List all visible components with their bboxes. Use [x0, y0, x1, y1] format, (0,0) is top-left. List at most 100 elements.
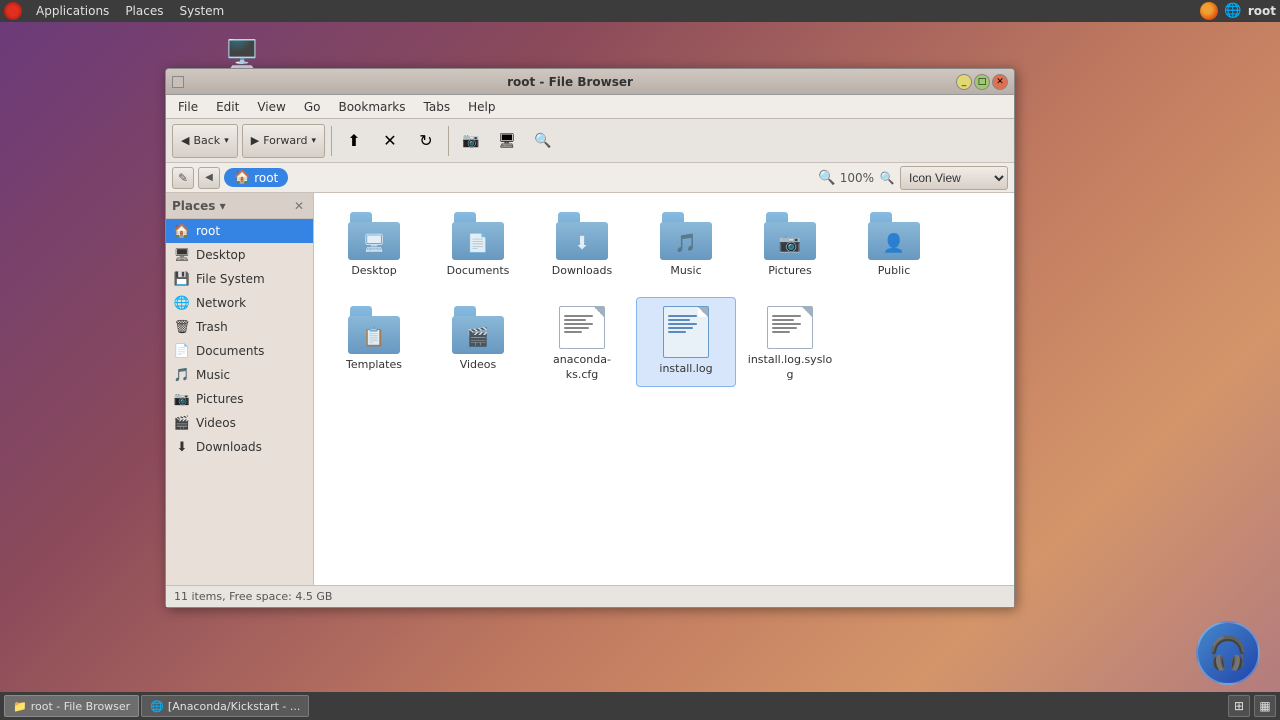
file-item-templates[interactable]: 📋 Templates [324, 297, 424, 387]
taskbar-show-desktop-btn[interactable]: ▦ [1254, 695, 1276, 717]
taskbar-file-browser-label: root - File Browser [31, 700, 131, 713]
taskbar: 📁 root - File Browser 🌐 [Anaconda/Kickst… [0, 692, 1280, 720]
top-menu-places[interactable]: Places [119, 2, 169, 20]
folder-emblem: 📋 [363, 327, 385, 348]
forward-label: Forward [263, 134, 307, 147]
sidebar-downloads-label: Downloads [196, 440, 262, 454]
view-selector[interactable]: Icon View List View Compact View [900, 166, 1008, 190]
sidebar-item-downloads[interactable]: ⬇ Downloads [166, 435, 313, 459]
folder-emblem: 📄 [467, 233, 489, 254]
sidebar-item-pictures[interactable]: 📷 Pictures [166, 387, 313, 411]
documents-folder-icon: 📄 [452, 212, 504, 260]
zoom-level-label: 100% [840, 171, 874, 185]
sidebar-videos-icon: 🎬 [174, 415, 190, 431]
folder-emblem: 🖥 [363, 233, 386, 254]
toolbar-sep-2 [448, 126, 449, 156]
top-bar-right: 🌐 root [1200, 2, 1276, 20]
pictures-folder-icon: 📷 [764, 212, 816, 260]
back-dropdown-icon: ▾ [224, 136, 229, 146]
back-button[interactable]: ◀ Back ▾ [172, 124, 238, 158]
forward-button[interactable]: ▶ Forward ▾ [242, 124, 325, 158]
location-toggle-btn[interactable]: ✎ [172, 167, 194, 189]
desktop-folder-icon: 🖥 [348, 212, 400, 260]
computer-button[interactable]: 🖥 [491, 125, 523, 157]
stop-button[interactable]: ✕ [374, 125, 406, 157]
sidebar-item-music[interactable]: 🎵 Music [166, 363, 313, 387]
folder-emblem: 🎬 [467, 327, 489, 348]
file-item-documents[interactable]: 📄 Documents [428, 203, 528, 293]
menu-go[interactable]: Go [296, 98, 329, 116]
file-item-pictures[interactable]: 📷 Pictures [740, 203, 840, 293]
firefox-icon[interactable] [1200, 2, 1218, 20]
file-name-desktop: Desktop [351, 264, 396, 278]
zoom-out-btn[interactable]: 🔍 [818, 169, 836, 187]
window-left-btn[interactable] [172, 76, 184, 88]
taskbar-item-file-browser[interactable]: 📁 root - File Browser [4, 695, 139, 717]
folder-emblem: 📷 [779, 233, 801, 254]
sidebar-item-filesystem[interactable]: 💾 File System [166, 267, 313, 291]
status-bar: 11 items, Free space: 4.5 GB [166, 585, 1014, 607]
file-name-pictures: Pictures [768, 264, 812, 278]
top-menu-applications[interactable]: Applications [30, 2, 115, 20]
sidebar-filesystem-label: File System [196, 272, 265, 286]
sidebar-item-trash[interactable]: 🗑 Trash [166, 315, 313, 339]
window-title: root - File Browser [184, 75, 956, 89]
file-item-music[interactable]: 🎵 Music [636, 203, 736, 293]
sidebar-network-icon: 🌐 [174, 295, 190, 311]
avatar-image: 🎧 [1196, 621, 1260, 685]
top-menu-system[interactable]: System [173, 2, 230, 20]
location-root-pill[interactable]: 🏠 root [224, 168, 288, 187]
toolbar: ◀ Back ▾ ▶ Forward ▾ ⬆ ✕ ↻ 📷 🖥 🔍 [166, 119, 1014, 163]
reload-button[interactable]: ↻ [410, 125, 442, 157]
search-button[interactable]: 🔍 [527, 125, 559, 157]
menu-tabs[interactable]: Tabs [416, 98, 459, 116]
downloads-folder-icon: ⬇ [556, 212, 608, 260]
folder-emblem: 👤 [883, 233, 905, 254]
network-icon[interactable]: 🌐 [1224, 2, 1242, 20]
zoom-in-btn[interactable]: 🔍 [878, 169, 896, 187]
status-text: 11 items, Free space: 4.5 GB [174, 590, 332, 603]
sidebar-documents-label: Documents [196, 344, 264, 358]
file-item-public[interactable]: 👤 Public [844, 203, 944, 293]
menu-edit[interactable]: Edit [208, 98, 247, 116]
menu-file[interactable]: File [170, 98, 206, 116]
sidebar-item-documents[interactable]: 📄 Documents [166, 339, 313, 363]
sidebar-header-label: Places ▾ [172, 199, 226, 213]
top-menu-items: Applications Places System [30, 2, 230, 20]
file-item-install-log-syslog[interactable]: install.log.syslog [740, 297, 840, 387]
taskbar-right: ⊞ ▦ [1228, 695, 1276, 717]
home-button[interactable]: 📷 [455, 125, 487, 157]
sidebar-close-btn[interactable]: ✕ [291, 198, 307, 214]
file-grid: 🖥 Desktop 📄 Documents ⬇ [314, 193, 1014, 585]
file-browser-window: root - File Browser _ □ ✕ File Edit View… [165, 68, 1015, 608]
file-item-anaconda-ks[interactable]: anaconda-ks.cfg [532, 297, 632, 387]
username-label: root [1248, 4, 1276, 18]
sidebar-item-root[interactable]: 🏠 root [166, 219, 313, 243]
folder-emblem: 🎵 [675, 233, 697, 254]
sidebar-item-network[interactable]: 🌐 Network [166, 291, 313, 315]
sidebar-filesystem-icon: 💾 [174, 271, 190, 287]
file-item-downloads[interactable]: ⬇ Downloads [532, 203, 632, 293]
window-maximize-btn[interactable]: □ [974, 74, 990, 90]
window-minimize-btn[interactable]: _ [956, 74, 972, 90]
location-nav-btn[interactable]: ◀ [198, 167, 220, 189]
file-name-music: Music [670, 264, 701, 278]
sidebar-item-videos[interactable]: 🎬 Videos [166, 411, 313, 435]
file-item-install-log[interactable]: install.log [636, 297, 736, 387]
taskbar-file-browser-icon: 📁 [13, 700, 27, 713]
file-item-videos[interactable]: 🎬 Videos [428, 297, 528, 387]
menu-bookmarks[interactable]: Bookmarks [330, 98, 413, 116]
menu-view[interactable]: View [249, 98, 293, 116]
videos-folder-icon: 🎬 [452, 306, 504, 354]
sidebar-item-desktop[interactable]: 🖥 Desktop [166, 243, 313, 267]
file-item-desktop[interactable]: 🖥 Desktop [324, 203, 424, 293]
taskbar-item-anaconda[interactable]: 🌐 [Anaconda/Kickstart - ... [141, 695, 309, 717]
taskbar-anaconda-icon: 🌐 [150, 700, 164, 713]
window-close-btn[interactable]: ✕ [992, 74, 1008, 90]
top-menu-bar: Applications Places System 🌐 root [0, 0, 1280, 22]
menu-help[interactable]: Help [460, 98, 503, 116]
sidebar: Places ▾ ✕ 🏠 root 🖥 Desktop 💾 File Syste… [166, 193, 314, 585]
taskbar-desktop-btn[interactable]: ⊞ [1228, 695, 1250, 717]
file-name-videos: Videos [460, 358, 497, 372]
up-button[interactable]: ⬆ [338, 125, 370, 157]
